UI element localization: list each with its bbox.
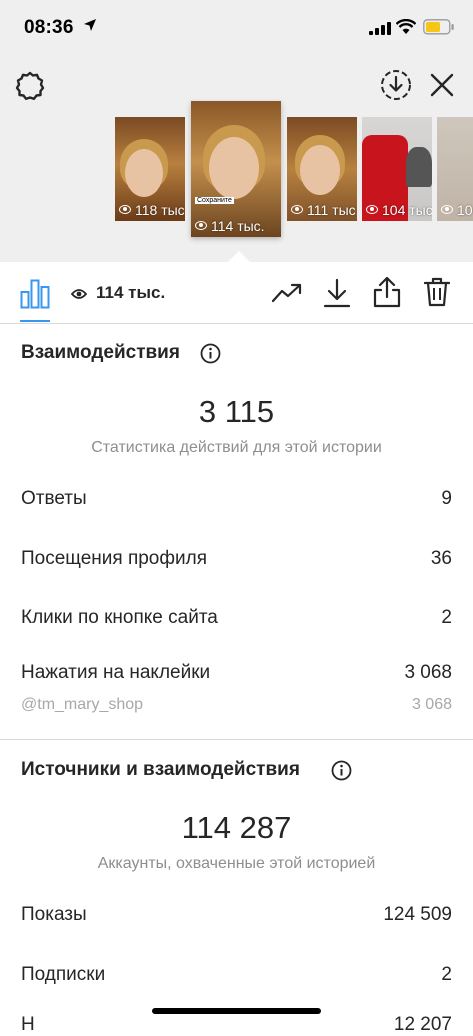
metric-value: 124 509 <box>383 904 452 925</box>
thumbnail-views: 111 тыс. <box>307 202 357 218</box>
metric-value: 2 <box>441 964 452 985</box>
battery-icon <box>423 19 454 35</box>
metric-label: Ответы <box>21 488 87 509</box>
sticker-taps-value: 3 068 <box>411 696 452 713</box>
metric-value: 36 <box>430 548 452 569</box>
story-preview-header: 08:36 118 тыс. Сохраните 114 тыс. 111 ты… <box>0 0 473 262</box>
metric-value: 9 <box>441 488 452 509</box>
bar-chart-icon[interactable] <box>20 279 50 309</box>
interactions-title: Взаимодействия <box>21 342 180 363</box>
reach-subtitle: Аккаунты, охваченные этой историей <box>97 855 376 872</box>
eye-icon <box>195 221 207 230</box>
thumbnail-views: 114 тыс. <box>211 218 265 234</box>
metric-label: Подписки <box>21 964 106 985</box>
save-story-icon[interactable] <box>380 69 412 101</box>
metric-label: Клики по кнопке сайта <box>21 607 218 628</box>
story-thumbnail-selected[interactable]: Сохраните 114 тыс. <box>191 101 281 237</box>
location-arrow-icon <box>84 19 96 31</box>
story-thumbnail[interactable]: 118 тыс. <box>115 117 185 221</box>
sticker-handle: @tm_mary_shop <box>21 696 144 713</box>
story-thumbnail[interactable]: 10 <box>437 117 473 221</box>
trash-icon[interactable] <box>424 277 450 307</box>
eye-icon <box>71 289 87 299</box>
thumbnail-views: 10 <box>457 202 473 218</box>
insights-toolbar: 114 тыс. <box>0 262 473 324</box>
cellular-signal-icon <box>369 22 391 35</box>
thumbnail-views: 118 тыс. <box>135 202 185 218</box>
wifi-icon <box>396 19 416 34</box>
section-divider <box>0 739 473 740</box>
metric-label: Посещения профиля <box>21 548 207 569</box>
story-thumbnail[interactable]: 111 тыс. <box>287 117 357 221</box>
eye-icon <box>119 205 131 214</box>
trending-icon[interactable] <box>271 282 303 304</box>
metric-value: 2 <box>441 607 452 628</box>
views-count: 114 тыс. <box>96 283 166 302</box>
metric-label: Нажатия на наклейки <box>21 662 211 683</box>
close-icon[interactable] <box>430 73 454 97</box>
eye-icon <box>366 205 378 214</box>
thumbnail-views: 104 тыс. <box>382 202 432 218</box>
active-tab-indicator <box>20 320 50 322</box>
metric-label: Н <box>21 1014 35 1035</box>
selection-pointer <box>228 251 250 262</box>
interactions-subtitle: Статистика действий для этой истории <box>91 439 382 456</box>
eye-icon <box>291 205 303 214</box>
story-thumbnail[interactable]: 104 тыс. <box>362 117 432 221</box>
share-icon[interactable] <box>372 276 402 308</box>
metric-label: Показы <box>21 904 87 925</box>
download-icon[interactable] <box>323 278 351 308</box>
metric-value: 3 068 <box>404 662 452 683</box>
clock: 08:36 <box>24 17 74 38</box>
home-indicator[interactable] <box>152 1008 321 1014</box>
discovery-title: Источники и взаимодействия <box>21 759 300 780</box>
info-icon[interactable] <box>200 343 221 364</box>
info-icon[interactable] <box>331 760 352 781</box>
sticker-label: Сохраните <box>195 197 234 204</box>
metric-value: 12 207 <box>393 1014 452 1035</box>
status-bar: 08:36 <box>0 0 473 58</box>
reach-total: 114 287 <box>181 810 292 845</box>
eye-icon <box>441 205 453 214</box>
interactions-total: 3 115 <box>198 394 275 429</box>
settings-gear-icon[interactable] <box>14 70 46 102</box>
